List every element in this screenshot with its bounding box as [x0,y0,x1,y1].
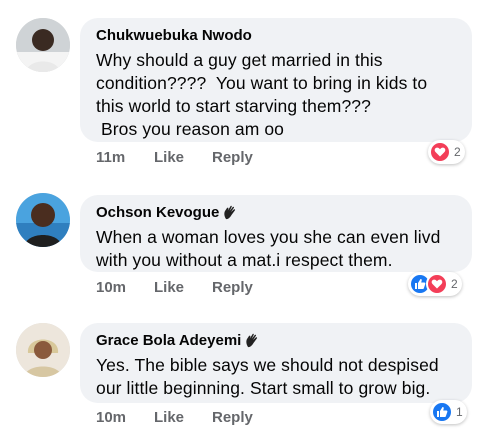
reaction-count: 1 [456,405,463,419]
comment-author[interactable]: Chukwuebuka Nwodo [96,26,458,45]
comment-timestamp[interactable]: 10m [96,409,154,426]
reply-button[interactable]: Reply [212,409,253,426]
comment-bubble: Ochson Kevogue When a woman loves you sh… [80,195,472,272]
reaction-summary[interactable]: 2 [428,140,465,164]
thumbs-up-icon [431,401,453,423]
avatar[interactable] [16,323,70,377]
waving-hand-icon [244,332,261,349]
comment-text: Why should a guy get married in this con… [96,50,428,139]
avatar[interactable] [16,18,70,72]
waving-hand-icon [222,204,239,221]
like-button[interactable]: Like [154,279,212,296]
comment-bubble: Chukwuebuka Nwodo Why should a guy get m… [80,18,472,142]
reaction-count: 2 [451,277,458,291]
reaction-summary[interactable]: 2 [408,272,462,296]
comment-author[interactable]: Grace Bola Adeyemi [96,331,458,350]
comment-text: Yes. The bible says we should not despis… [96,355,439,398]
comment-actions: 10m Like Reply [96,409,253,426]
like-button[interactable]: Like [154,149,212,166]
comment-timestamp[interactable]: 11m [96,149,154,166]
comment-text: When a woman loves you she can even livd… [96,227,441,270]
like-button[interactable]: Like [154,409,212,426]
comment-bubble: Grace Bola Adeyemi Yes. The bible says w… [80,323,472,403]
comment-timestamp[interactable]: 10m [96,279,154,296]
reply-button[interactable]: Reply [212,279,253,296]
comment-actions: 10m Like Reply [96,279,253,296]
comment-author[interactable]: Ochson Kevogue [96,203,458,222]
heart-icon [429,141,451,163]
profile-photo-icon [16,18,70,72]
avatar[interactable] [16,193,70,247]
reply-button[interactable]: Reply [212,149,253,166]
heart-icon [426,273,448,295]
profile-photo-icon [16,323,70,377]
reaction-count: 2 [454,145,461,159]
profile-photo-icon [16,193,70,247]
reaction-summary[interactable]: 1 [430,400,467,424]
comment-actions: 11m Like Reply [96,149,253,166]
